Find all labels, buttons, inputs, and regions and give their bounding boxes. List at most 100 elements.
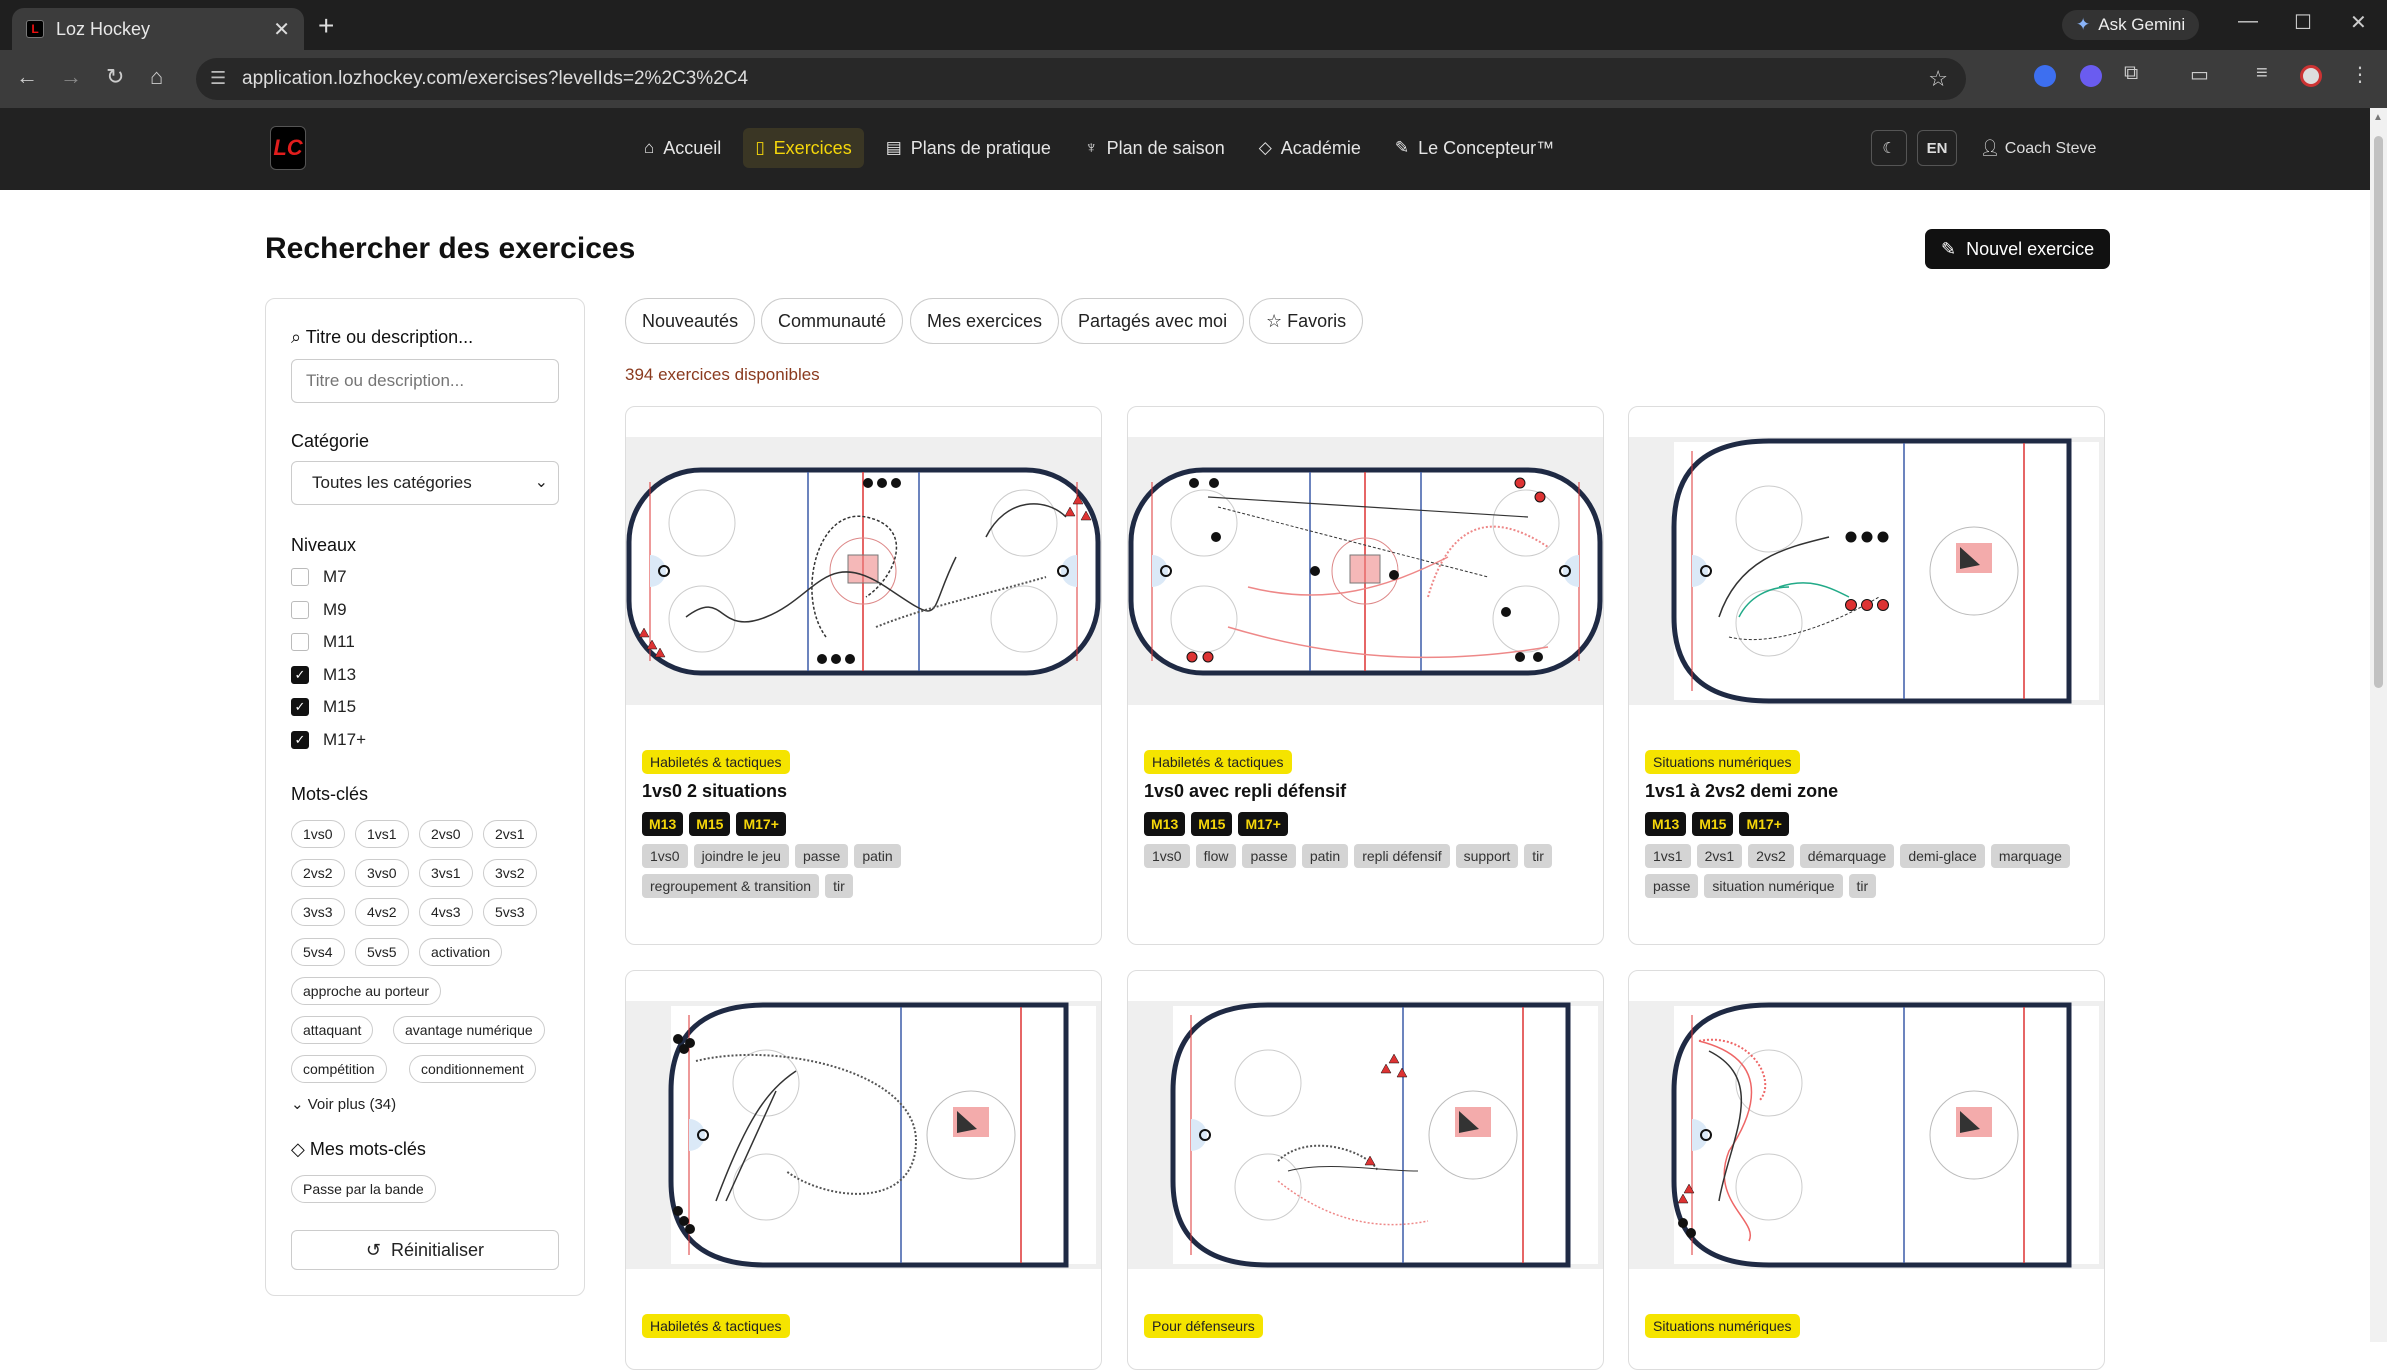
keyword-chip[interactable]: 4vs2 bbox=[355, 898, 409, 927]
level-tag: M13 bbox=[642, 812, 684, 836]
exercise-card[interactable]: Loz|Hockey Habiletés & tactiques 1vs0 avec… bbox=[1127, 406, 1604, 945]
exercise-card[interactable]: Loz|Hockey Habiletés & tactiques bbox=[625, 970, 1102, 1370]
keyword-chip[interactable]: conditionnement bbox=[409, 1055, 536, 1084]
search-input[interactable] bbox=[291, 359, 559, 403]
show-more-label: Voir plus (34) bbox=[307, 1096, 397, 1113]
level-checkbox-3[interactable]: ✓ M13 bbox=[291, 665, 356, 685]
results-count: 394 exercices disponibles bbox=[625, 365, 820, 384]
forward-icon[interactable]: → bbox=[60, 64, 82, 90]
nav-academie[interactable]: ◇ Académie bbox=[1247, 128, 1373, 168]
nav-accueil[interactable]: ⌂ Accueil bbox=[632, 128, 733, 168]
exercise-card[interactable]: Loz|Hockey Situations numériques 1vs1 à 2v… bbox=[1628, 406, 2105, 945]
exercise-card[interactable]: Loz|Hockey Habiletés & tactiques 1vs0 2 si… bbox=[625, 406, 1102, 945]
extension-icon[interactable] bbox=[2080, 65, 2102, 87]
level-label: M9 bbox=[323, 599, 347, 619]
keyword-chip[interactable]: compétition bbox=[291, 1055, 387, 1084]
new-exercise-button[interactable]: ✎ Nouvel exercice bbox=[1925, 229, 2111, 269]
category-select[interactable]: Toutes les catégories ⌄ bbox=[291, 461, 559, 505]
keyword-chip[interactable]: attaquant bbox=[291, 1016, 374, 1044]
show-more-link[interactable]: ⌄ Voir plus (34) bbox=[291, 1095, 396, 1113]
keyword-tag: marquage bbox=[1990, 844, 2070, 868]
keyword-chip[interactable]: 5vs4 bbox=[291, 937, 345, 966]
checkbox[interactable]: ✓ bbox=[291, 665, 309, 684]
keyword-chip[interactable]: 3vs0 bbox=[355, 859, 409, 888]
nav-plan-de-saison[interactable]: ♆ Plan de saison bbox=[1073, 128, 1237, 168]
keyword-chip[interactable]: 2vs2 bbox=[291, 859, 345, 888]
keyword-chip[interactable]: 1vs1 bbox=[355, 820, 409, 848]
keyword-chip[interactable]: avantage numérique bbox=[393, 1016, 545, 1044]
checkbox[interactable]: ✓ bbox=[291, 698, 309, 716]
gemini-icon: ✦ bbox=[2076, 15, 2091, 34]
tab-communaute[interactable]: Communauté bbox=[761, 298, 904, 344]
checkbox[interactable] bbox=[291, 633, 309, 651]
level-checkbox-5[interactable]: ✓ M17+ bbox=[291, 730, 366, 750]
maximize-icon[interactable]: ☐ bbox=[2294, 10, 2312, 35]
checkbox[interactable] bbox=[291, 568, 309, 586]
level-label: M7 bbox=[323, 567, 347, 586]
user-menu[interactable]: 👤︎ Coach Steve bbox=[1980, 138, 2096, 158]
address-bar[interactable]: ☰ application.lozhockey.com/exercises?le… bbox=[196, 58, 1966, 100]
my-keyword-chip[interactable]: Passe par la bande bbox=[291, 1175, 436, 1203]
scroll-up-icon[interactable]: ▲ bbox=[2373, 112, 2383, 123]
keyword-chip[interactable]: 3vs1 bbox=[419, 859, 473, 888]
nav-exercices[interactable]: ▯ Exercices bbox=[743, 128, 864, 168]
exercise-card[interactable]: Loz|Hockey Pour défenseurs bbox=[1127, 970, 1604, 1370]
keyword-chip[interactable]: activation bbox=[419, 937, 503, 966]
close-window-icon[interactable]: ✕ bbox=[2350, 10, 2367, 35]
checkbox[interactable]: ✓ bbox=[291, 730, 309, 749]
level-checkbox-4[interactable]: ✓ M15 bbox=[291, 697, 356, 717]
dark-mode-toggle[interactable]: ☾ bbox=[1871, 130, 1907, 166]
app-logo[interactable]: LC bbox=[270, 126, 306, 170]
media-icon[interactable]: ≡ bbox=[2256, 62, 2268, 85]
new-tab-icon[interactable]: + bbox=[318, 10, 334, 42]
extensions-puzzle-icon[interactable]: ⧉ bbox=[2124, 62, 2138, 85]
category-badge: Situations numériques bbox=[1645, 750, 1800, 774]
level-tags: M13 M15 M17+ bbox=[1645, 812, 1789, 836]
back-icon[interactable]: ← bbox=[16, 64, 38, 90]
tab-partages[interactable]: Partagés avec moi bbox=[1061, 298, 1245, 344]
keyword-chip[interactable]: 1vs0 bbox=[291, 820, 345, 848]
keyword-chip[interactable]: 4vs3 bbox=[419, 898, 473, 927]
keyword-chip[interactable]: 2vs0 bbox=[419, 820, 473, 848]
keyword-chip[interactable]: 5vs5 bbox=[355, 937, 409, 966]
level-checkbox-2[interactable]: M11 bbox=[291, 632, 355, 652]
level-checkbox-0[interactable]: M7 bbox=[291, 567, 347, 587]
checkbox[interactable] bbox=[291, 600, 309, 619]
keyword-chip[interactable]: approche au porteur bbox=[291, 976, 442, 1005]
cast-icon[interactable]: ▭ bbox=[2190, 62, 2209, 87]
scrollbar-thumb[interactable] bbox=[2374, 136, 2383, 688]
bookmark-star-icon[interactable]: ☆ bbox=[1928, 66, 1948, 92]
reload-icon[interactable]: ↻ bbox=[106, 64, 124, 90]
exercise-title: 1vs0 2 situations bbox=[642, 781, 788, 801]
close-tab-icon[interactable]: ✕ bbox=[273, 17, 290, 42]
keyword-tag: tir bbox=[1848, 874, 1877, 898]
level-checkbox-1[interactable]: M9 bbox=[291, 600, 347, 620]
rink-diagram bbox=[1170, 1002, 1598, 1268]
rink-diagram bbox=[1671, 438, 2099, 704]
language-button[interactable]: EN bbox=[1917, 130, 1957, 166]
book-icon: ▯ bbox=[755, 138, 765, 157]
site-info-icon[interactable]: ☰ bbox=[210, 68, 226, 89]
level-label: M11 bbox=[323, 632, 355, 651]
keyword-chip[interactable]: 3vs3 bbox=[291, 898, 345, 927]
ask-gemini-button[interactable]: ✦ Ask Gemini bbox=[2062, 10, 2200, 40]
home-icon[interactable]: ⌂ bbox=[150, 64, 163, 90]
nav-le-concepteur[interactable]: ✎ Le Concepteur™ bbox=[1383, 128, 1566, 168]
minimize-icon[interactable]: — bbox=[2238, 10, 2258, 33]
menu-dots-icon[interactable]: ⋮ bbox=[2350, 62, 2370, 87]
keyword-chip[interactable]: 2vs1 bbox=[483, 820, 537, 848]
tab-nouveautes[interactable]: Nouveautés bbox=[625, 298, 756, 344]
browser-tab[interactable]: L Loz Hockey ✕ bbox=[12, 8, 304, 50]
reset-label: Réinitialiser bbox=[391, 1239, 485, 1260]
reset-button[interactable]: ↺ Réinitialiser bbox=[291, 1230, 559, 1270]
main-nav: ⌂ Accueil ▯ Exercices ▤ Plans de pratique ♆… bbox=[632, 128, 1566, 168]
page-scrollbar[interactable]: ▲ bbox=[2370, 108, 2387, 1342]
exercise-card[interactable]: Loz|Hockey Situations numériques bbox=[1628, 970, 2105, 1370]
keyword-chip[interactable]: 5vs3 bbox=[483, 898, 537, 927]
nav-plans-de-pratique[interactable]: ▤ Plans de pratique bbox=[874, 128, 1063, 168]
tab-mes-exercices[interactable]: Mes exercices bbox=[910, 298, 1060, 344]
tab-favoris[interactable]: ☆ Favoris bbox=[1249, 298, 1364, 344]
profile-avatar[interactable] bbox=[2300, 65, 2322, 87]
extension-icon[interactable] bbox=[2034, 65, 2056, 87]
keyword-chip[interactable]: 3vs2 bbox=[483, 859, 537, 888]
